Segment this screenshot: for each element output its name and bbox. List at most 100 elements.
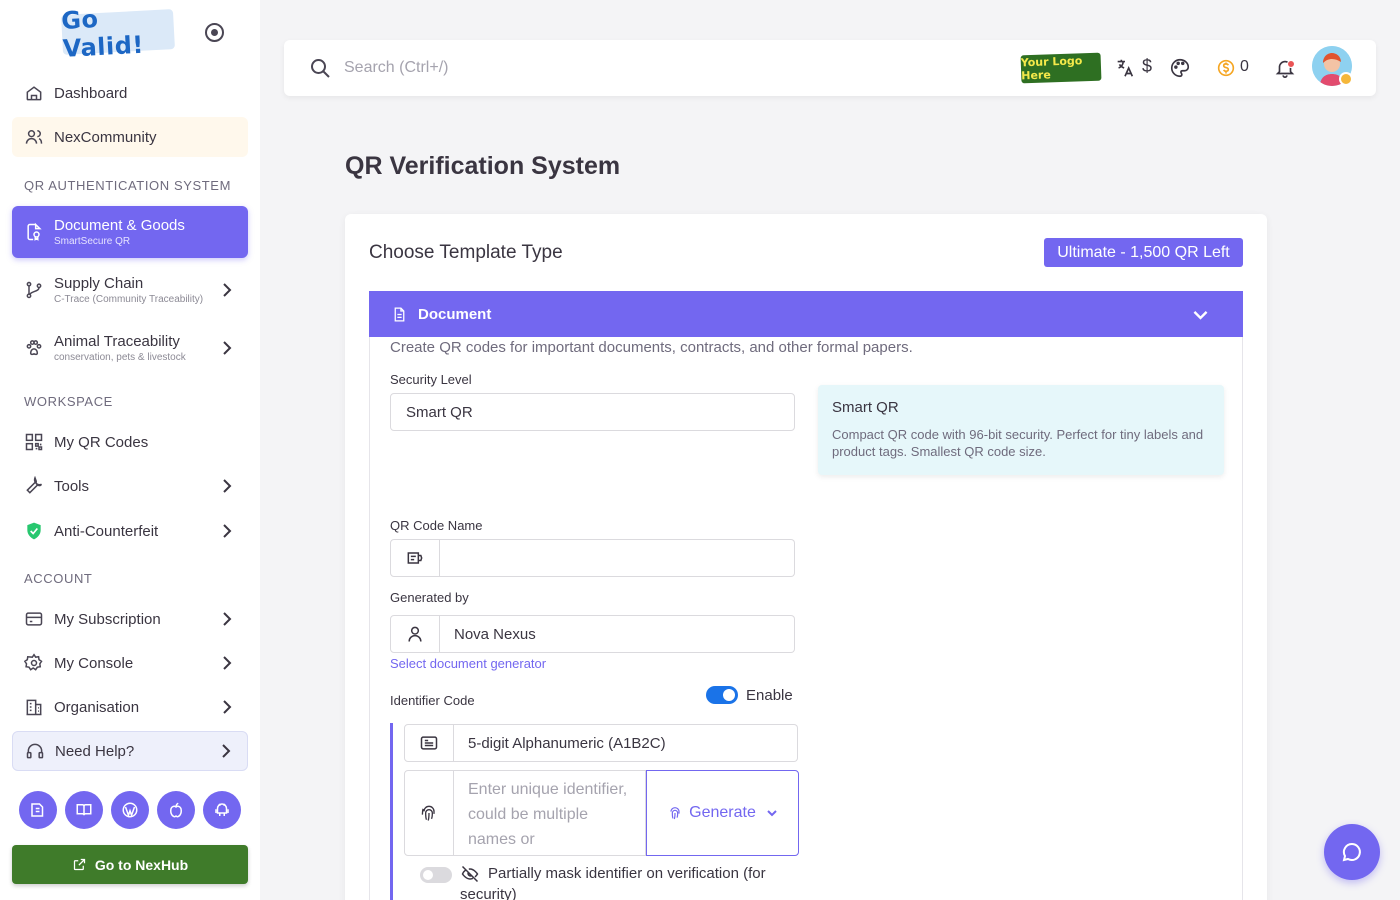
security-info-text: Compact QR code with 96-bit security. Pe… bbox=[832, 427, 1204, 459]
quick-link-wordpress[interactable] bbox=[111, 791, 149, 829]
user-icon bbox=[390, 615, 440, 653]
sidebar-item-label: Dashboard bbox=[54, 84, 128, 102]
headset-icon bbox=[25, 741, 45, 761]
plan-badge: Ultimate - 1,500 QR Left bbox=[1044, 238, 1243, 267]
coin-icon[interactable] bbox=[1214, 56, 1238, 80]
chevron-right-icon bbox=[223, 479, 232, 493]
top-bar: Your Logo Here $ 0 bbox=[284, 40, 1376, 96]
coin-balance: 0 bbox=[1240, 58, 1249, 75]
sidebar-item-animal-traceability[interactable]: Animal Traceability conservation, pets & … bbox=[12, 322, 248, 374]
sidebar-item-label: Organisation bbox=[54, 698, 140, 716]
sidebar-item-label: Document & Goods bbox=[54, 217, 185, 234]
translate-icon[interactable] bbox=[1113, 56, 1137, 80]
generated-by-input-group: Nova Nexus bbox=[390, 615, 795, 653]
mask-identifier-toggle[interactable] bbox=[420, 867, 452, 883]
chat-button[interactable] bbox=[1324, 824, 1380, 880]
sidebar-item-nexcommunity[interactable]: NexCommunity bbox=[12, 117, 248, 157]
quick-link-android[interactable] bbox=[203, 791, 241, 829]
accordion-document-header[interactable]: Document bbox=[369, 291, 1243, 337]
sidebar-item-my-subscription[interactable]: My Subscription bbox=[12, 599, 248, 639]
sidebar-item-sublabel: conservation, pets & livestock bbox=[54, 352, 186, 363]
sidebar-item-my-qr-codes[interactable]: My QR Codes bbox=[12, 422, 248, 462]
security-level-value: Smart QR bbox=[406, 403, 473, 421]
chevron-down-icon bbox=[767, 810, 777, 817]
qr-name-label: QR Code Name bbox=[390, 518, 483, 533]
section-heading-workspace: WORKSPACE bbox=[24, 394, 113, 409]
mask-identifier-label: Partially mask identifier on verificatio… bbox=[460, 865, 766, 900]
brand-logo[interactable]: Go Valid! bbox=[61, 5, 175, 63]
security-level-select[interactable]: Smart QR bbox=[390, 393, 795, 431]
quick-link-apple[interactable] bbox=[157, 791, 195, 829]
chevron-down-icon bbox=[1193, 310, 1208, 320]
android-icon bbox=[215, 803, 229, 816]
identifier-enable-toggle[interactable] bbox=[706, 686, 738, 704]
home-icon bbox=[24, 83, 44, 103]
document-verify-icon bbox=[24, 222, 44, 242]
qr-name-field[interactable] bbox=[440, 539, 795, 577]
section-heading-account: ACCOUNT bbox=[24, 571, 93, 586]
sidebar-collapse-toggle[interactable] bbox=[205, 23, 224, 42]
shield-check-icon bbox=[24, 521, 44, 541]
quick-link-docs[interactable] bbox=[19, 791, 57, 829]
users-icon bbox=[24, 127, 44, 147]
sidebar-item-dashboard[interactable]: Dashboard bbox=[12, 73, 248, 113]
identifier-format-select[interactable]: 5-digit Alphanumeric (A1B2C) bbox=[454, 724, 798, 762]
gear-icon bbox=[24, 653, 44, 673]
template-card: Choose Template Type Ultimate - 1,500 QR… bbox=[345, 214, 1267, 900]
security-info-card: Smart QR Compact QR code with 96-bit sec… bbox=[818, 385, 1224, 475]
page-title: QR Verification System bbox=[345, 152, 621, 180]
git-branch-icon bbox=[24, 280, 44, 300]
apple-icon bbox=[169, 802, 183, 818]
sidebar-item-label: Tools bbox=[54, 477, 90, 495]
notification-dot bbox=[1287, 60, 1295, 68]
go-to-nexhub-button[interactable]: Go to NexHub bbox=[12, 845, 248, 884]
sidebar-item-label: Need Help? bbox=[55, 742, 135, 760]
sidebar-item-document-goods[interactable]: Document & Goods SmartSecure QR bbox=[12, 206, 248, 258]
palette-icon[interactable] bbox=[1168, 56, 1192, 80]
card-title: Choose Template Type bbox=[369, 242, 563, 263]
tag-icon bbox=[390, 539, 440, 577]
identifier-block: 5-digit Alphanumeric (A1B2C) Enter uniqu… bbox=[390, 723, 799, 900]
sidebar-item-label: Supply Chain bbox=[54, 275, 144, 292]
generate-button[interactable]: Generate bbox=[646, 770, 799, 856]
generated-by-field[interactable]: Nova Nexus bbox=[440, 615, 795, 653]
sidebar-item-my-console[interactable]: My Console bbox=[12, 643, 248, 683]
document-icon bbox=[394, 306, 405, 322]
sidebar: Go Valid! Dashboard NexCommunity QR AUTH… bbox=[0, 0, 260, 900]
sidebar-item-organisation[interactable]: Organisation bbox=[12, 687, 248, 727]
identifier-input-group: Enter unique identifier, could be multip… bbox=[404, 770, 646, 856]
select-generator-link[interactable]: Select document generator bbox=[390, 656, 546, 671]
security-info-title: Smart QR bbox=[832, 399, 899, 416]
sidebar-item-label: NexCommunity bbox=[54, 128, 157, 146]
qr-name-input-group bbox=[390, 539, 795, 577]
chevron-right-icon bbox=[223, 700, 232, 714]
chevron-right-icon bbox=[223, 656, 232, 670]
bell-icon[interactable] bbox=[1273, 56, 1297, 80]
logo-row: Go Valid! bbox=[0, 5, 260, 63]
accordion-title: Document bbox=[418, 305, 492, 323]
quick-link-guide[interactable] bbox=[65, 791, 103, 829]
sidebar-item-supply-chain[interactable]: Supply Chain C-Trace (Community Traceabil… bbox=[12, 264, 248, 316]
sidebar-item-anti-counterfeit[interactable]: Anti-Counterfeit bbox=[12, 511, 248, 551]
search-input[interactable] bbox=[344, 54, 744, 82]
go-to-nexhub-label: Go to NexHub bbox=[94, 856, 189, 873]
chevron-right-icon bbox=[223, 341, 232, 355]
logo-placeholder-text: Your Logo Here bbox=[1020, 54, 1083, 83]
chevron-right-icon bbox=[222, 744, 231, 758]
book-open-icon bbox=[31, 803, 44, 817]
paw-icon bbox=[24, 338, 44, 358]
currency-selector[interactable]: $ bbox=[1142, 56, 1152, 77]
sidebar-item-need-help[interactable]: Need Help? bbox=[12, 731, 248, 771]
fingerprint-icon bbox=[670, 807, 680, 820]
search-icon[interactable] bbox=[308, 56, 332, 80]
section-heading-qr-auth: QR AUTHENTICATION SYSTEM bbox=[24, 178, 232, 193]
generate-button-label: Generate bbox=[689, 804, 756, 821]
chat-bubble-icon bbox=[1342, 842, 1361, 862]
avatar-status-badge bbox=[1339, 72, 1353, 86]
sidebar-item-label: My Console bbox=[54, 654, 134, 672]
identifier-textarea[interactable]: Enter unique identifier, could be multip… bbox=[454, 770, 646, 856]
sidebar-item-label: Anti-Counterfeit bbox=[54, 522, 159, 540]
quick-links-row bbox=[19, 791, 241, 829]
sidebar-item-sublabel: SmartSecure QR bbox=[54, 236, 131, 247]
sidebar-item-tools[interactable]: Tools bbox=[12, 466, 248, 506]
